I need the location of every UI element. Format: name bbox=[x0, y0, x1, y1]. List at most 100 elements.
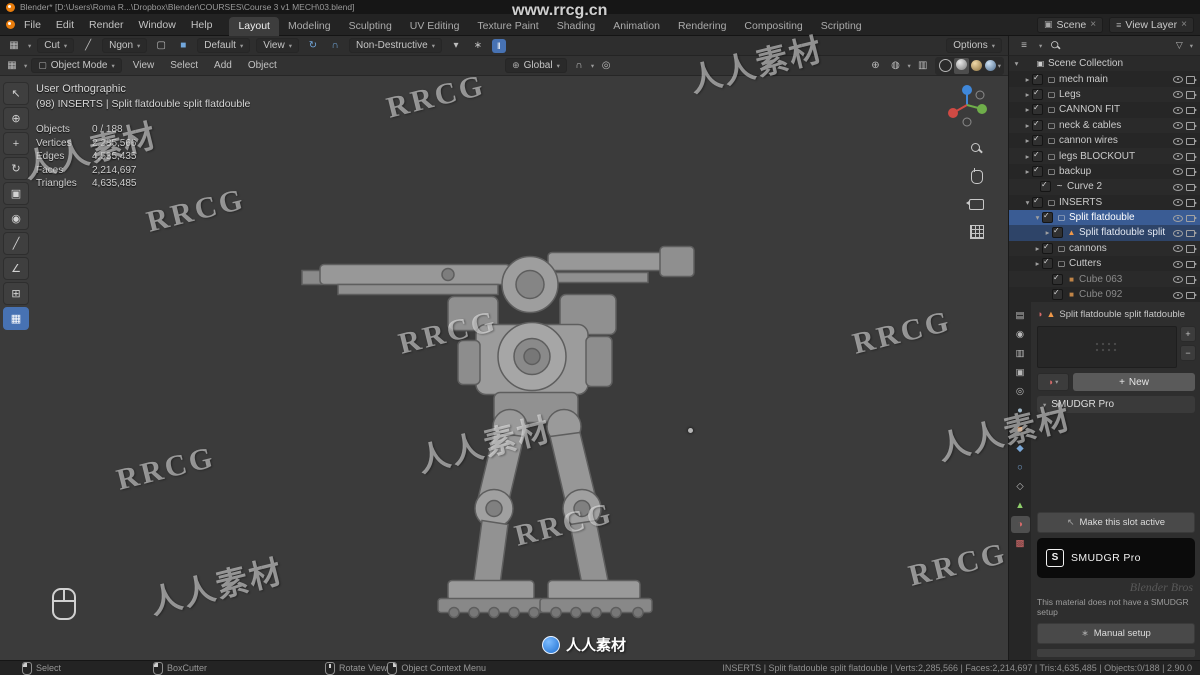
workspace-tab[interactable]: Animation bbox=[604, 17, 669, 36]
viewport-menu-item[interactable]: View bbox=[126, 58, 162, 73]
menubar-item[interactable]: File bbox=[17, 17, 48, 33]
material-slot-list[interactable] bbox=[1037, 326, 1177, 368]
wireframe-shading-icon[interactable] bbox=[938, 59, 952, 72]
workspace-tab[interactable]: Texture Paint bbox=[468, 17, 547, 36]
disable-render-icon[interactable] bbox=[1186, 137, 1197, 146]
hide-viewport-icon[interactable] bbox=[1173, 183, 1183, 191]
snap-cycle-icon[interactable]: ↻ bbox=[305, 38, 321, 53]
show-overlays-icon[interactable]: ◍ bbox=[887, 58, 903, 73]
hide-viewport-icon[interactable] bbox=[1173, 121, 1183, 130]
menubar-item[interactable]: Edit bbox=[49, 17, 81, 33]
filter-icon[interactable]: ▽ bbox=[1176, 40, 1183, 51]
workspace-tab[interactable]: Layout bbox=[229, 16, 279, 36]
collection-checkbox[interactable] bbox=[1032, 165, 1043, 177]
world-tab[interactable]: ● bbox=[1011, 402, 1030, 419]
collection-checkbox[interactable] bbox=[1032, 196, 1043, 208]
outliner-item[interactable]: ▸ cannons bbox=[1009, 240, 1200, 257]
view-align-dropdown[interactable]: View ▾ bbox=[256, 38, 299, 53]
remove-slot-button[interactable]: − bbox=[1180, 345, 1196, 361]
hide-viewport-icon[interactable] bbox=[1173, 275, 1183, 284]
new-material-button[interactable]: + New bbox=[1073, 373, 1195, 391]
modifiers-tab[interactable]: ◆ bbox=[1011, 440, 1030, 457]
disable-render-icon[interactable] bbox=[1186, 275, 1197, 284]
collection-checkbox[interactable] bbox=[1040, 180, 1051, 193]
expand-arrow-icon[interactable]: ▸ bbox=[1033, 244, 1042, 253]
material-tab[interactable]: ◑ bbox=[1010, 516, 1030, 533]
partial-slider[interactable] bbox=[1037, 649, 1195, 657]
outliner-item[interactable]: ▸ Legs bbox=[1009, 86, 1200, 103]
hide-viewport-icon[interactable] bbox=[1173, 152, 1183, 161]
editor-type-icon[interactable]: ▦ bbox=[4, 58, 20, 73]
rotate-tool[interactable]: ↻ bbox=[3, 157, 29, 180]
workspace-tab[interactable]: Sculpting bbox=[340, 17, 401, 36]
expand-arrow-icon[interactable]: ▾ bbox=[1023, 198, 1032, 207]
add-cube-tool[interactable]: ⊞ bbox=[3, 282, 29, 305]
outliner-editor-icon[interactable]: ≡ bbox=[1016, 38, 1032, 53]
hide-viewport-icon[interactable] bbox=[1173, 137, 1183, 145]
outliner-item[interactable]: ▸ legs BLOCKOUT bbox=[1009, 148, 1200, 164]
pan-hand-icon[interactable] bbox=[970, 168, 983, 184]
render-tab[interactable]: ◉ bbox=[1011, 326, 1030, 343]
transform-tool[interactable]: ◉ bbox=[3, 207, 29, 230]
cursor-tool[interactable]: ⊕ bbox=[3, 107, 29, 130]
physics-tab[interactable]: ○ bbox=[1011, 459, 1030, 476]
remove-view-layer-icon[interactable]: × bbox=[1181, 19, 1187, 30]
outliner-item[interactable]: ▾ INSERTS bbox=[1009, 195, 1200, 210]
texture-tab[interactable]: ▩ bbox=[1011, 535, 1030, 552]
collapse-icon[interactable]: ▾ bbox=[448, 38, 464, 53]
workspace-tab[interactable]: UV Editing bbox=[401, 17, 469, 36]
outliner-item[interactable]: ▸ Split flatdouble split bbox=[1009, 225, 1200, 241]
collection-checkbox[interactable] bbox=[1042, 242, 1053, 254]
collection-checkbox[interactable] bbox=[1032, 88, 1043, 100]
mode-dropdown[interactable]: ▢ Object Mode ▾ bbox=[31, 58, 122, 73]
viewport-3d[interactable]: ↖ ⊕ + ↻ ▣ ◉ ╱ ∠ ⊞ ▦ User Orthographic (9 bbox=[0, 76, 1008, 660]
annotate-tool[interactable]: ╱ bbox=[3, 232, 29, 255]
outliner-item[interactable]: ▸ backup bbox=[1009, 164, 1200, 179]
proportional-editing-icon[interactable]: ◎ bbox=[598, 58, 614, 73]
disable-render-icon[interactable] bbox=[1186, 121, 1197, 130]
hide-viewport-icon[interactable] bbox=[1173, 244, 1183, 253]
measure-tool[interactable]: ∠ bbox=[3, 257, 29, 280]
active-tool-icon[interactable]: ▦ bbox=[6, 38, 22, 53]
viewport-menu-item[interactable]: Select bbox=[163, 58, 205, 73]
collection-checkbox[interactable] bbox=[1032, 134, 1043, 147]
menubar-item[interactable]: Render bbox=[82, 17, 130, 33]
make-slot-active-button[interactable]: ↖ Make this slot active bbox=[1037, 511, 1195, 533]
destructive-mode-dropdown[interactable]: Non-Destructive ▾ bbox=[348, 38, 442, 53]
grid-toggle-icon[interactable] bbox=[969, 225, 984, 239]
hide-viewport-icon[interactable] bbox=[1173, 260, 1183, 268]
disable-render-icon[interactable] bbox=[1186, 183, 1197, 192]
outliner-item[interactable]: Cube 063 bbox=[1009, 271, 1200, 287]
expand-arrow-icon[interactable]: ▸ bbox=[1033, 259, 1042, 268]
view-layer-selector[interactable]: ≡ View Layer × bbox=[1109, 16, 1194, 33]
hide-viewport-icon[interactable] bbox=[1173, 106, 1183, 114]
workspace-tab[interactable]: Scripting bbox=[812, 17, 871, 36]
collection-checkbox[interactable] bbox=[1052, 288, 1063, 301]
collection-checkbox[interactable] bbox=[1042, 257, 1053, 270]
collection-checkbox[interactable] bbox=[1032, 150, 1043, 162]
hide-viewport-icon[interactable] bbox=[1173, 90, 1183, 99]
object-data-tab[interactable]: ▲ bbox=[1011, 497, 1030, 514]
workspace-tab[interactable]: Rendering bbox=[669, 17, 735, 36]
disable-render-icon[interactable] bbox=[1186, 291, 1197, 300]
expand-arrow-icon[interactable]: ▸ bbox=[1023, 167, 1032, 176]
show-gizmo-icon[interactable]: ⊕ bbox=[867, 58, 883, 73]
preset-dropdown[interactable]: Default ▾ bbox=[197, 38, 251, 53]
snap-magnet-icon[interactable]: ∩ bbox=[327, 38, 343, 53]
outliner-item[interactable]: ▸ mech main bbox=[1009, 71, 1200, 86]
light-object-dot[interactable] bbox=[688, 428, 693, 433]
hide-viewport-icon[interactable] bbox=[1173, 291, 1183, 299]
snap-magnet-icon[interactable]: ∩ bbox=[571, 58, 587, 73]
viewport-menu-item[interactable]: Add bbox=[207, 58, 239, 73]
disable-render-icon[interactable] bbox=[1186, 229, 1197, 238]
hide-viewport-icon[interactable] bbox=[1173, 229, 1183, 237]
disable-render-icon[interactable] bbox=[1186, 198, 1197, 207]
outliner-item[interactable]: ▸ Cutters bbox=[1009, 256, 1200, 271]
scene-tab[interactable]: ◎ bbox=[1011, 383, 1030, 400]
draw-shape-icon[interactable]: ╱ bbox=[80, 38, 96, 53]
xray-toggle-icon[interactable]: ▥ bbox=[915, 58, 931, 73]
manual-setup-button[interactable]: ∗ Manual setup bbox=[1037, 623, 1195, 644]
collection-checkbox[interactable] bbox=[1052, 226, 1063, 239]
collection-checkbox[interactable] bbox=[1032, 73, 1043, 85]
search-icon[interactable] bbox=[1051, 40, 1061, 50]
